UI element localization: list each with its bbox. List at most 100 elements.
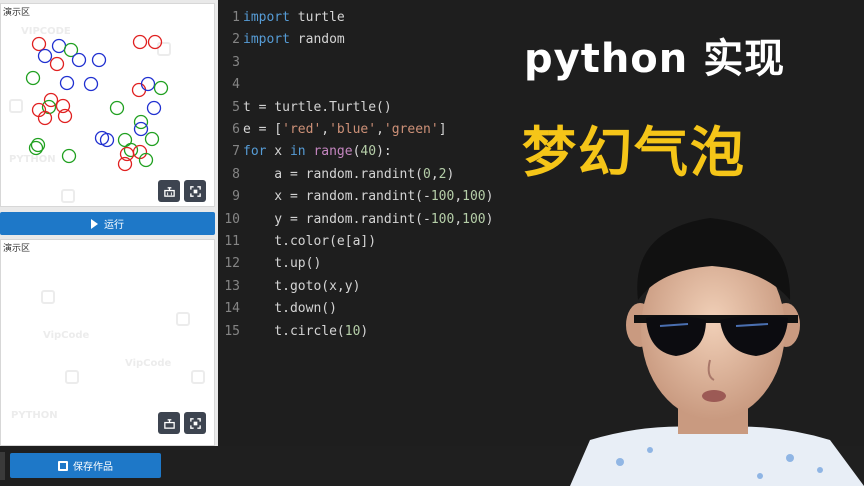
line-number: 10 [224,211,240,227]
green-bubble [30,137,46,153]
demo-area-top: 演示区 VIPCODE PYTHON [0,3,215,207]
turtle-canvas [25,34,169,172]
video-title-line1: python 实现 [524,36,786,82]
green-bubble [123,142,139,158]
code-line[interactable]: 13 t.goto(x,y) [220,276,360,298]
toolbar-handle[interactable] [0,452,5,480]
code-line[interactable]: 15 t.circle(10) [220,321,368,343]
red-bubble [117,156,133,172]
screen: { "panels": { "top_title": "演示区", "botto… [0,0,864,486]
clear-icon [163,186,175,197]
line-number: 5 [232,99,240,115]
line-number: 13 [224,278,240,294]
blue-bubble [146,100,162,116]
save-work-button[interactable]: 保存作品 [10,453,161,478]
line-number: 9 [232,189,240,205]
line-number: 6 [232,122,240,137]
code-text: t.goto(x,y) [243,278,361,294]
clear-button[interactable] [158,180,180,202]
code-text: t.down() [243,301,337,317]
code-line[interactable]: 9 x = random.randint(-100,100) [220,186,493,208]
fullscreen-button[interactable] [184,412,206,434]
mouth [702,390,726,402]
code-line[interactable]: 10 y = random.randint(-100,100) [220,209,493,231]
green-bubble [61,148,77,164]
watermark: VipCode [43,330,90,341]
blue-bubble [99,132,115,148]
red-bubble [49,56,65,72]
blue-bubble [59,75,75,91]
code-line[interactable]: 14 t.down() [220,298,337,320]
code-text: t = turtle.Turtle() [243,99,392,115]
clear-icon [163,418,175,429]
code-text: t.up() [243,256,322,272]
blue-bubble [140,76,156,92]
clear-button[interactable] [158,412,180,434]
green-bubble [109,100,125,116]
left-sidebar: 演示区 VIPCODE PYTHON 运行 演示区 VipCode VipCod… [0,0,218,448]
save-icon [58,460,68,471]
code-text: t.color(e[a]) [243,234,377,249]
video-title-line2: 梦幻气泡 [522,121,746,184]
green-bubble [25,70,41,86]
save-button-label: 保存作品 [73,462,113,473]
code-text: for x in range(40): [243,144,392,160]
code-line[interactable]: 5t = turtle.Turtle() [220,97,392,119]
blue-bubble [83,76,99,92]
code-line[interactable]: 7 for x in range(40): [220,141,392,163]
panel-title: 演示区 [1,4,33,19]
green-bubble [153,80,169,96]
blue-bubble [91,52,107,68]
fullscreen-icon [189,417,201,429]
red-bubble [131,82,147,98]
code-line[interactable]: 2 import random [220,29,345,51]
code-line[interactable]: 11 t.color(e[a]) [220,231,376,253]
code-text: import random [243,32,345,48]
shirt [570,426,864,486]
red-bubble [31,36,47,52]
code-line[interactable]: 3 [220,52,243,74]
line-number: 14 [224,301,240,317]
line-number: 7 [232,144,240,160]
fullscreen-icon [189,185,201,197]
code-text: a = random.randint(0,2) [243,166,455,182]
line-number: 15 [224,323,240,339]
watermark: VipCode [125,358,172,369]
watermark-icon [191,370,205,384]
red-bubble [132,34,148,50]
demo-area-bottom: 演示区 VipCode VipCode PYTHON [0,239,215,446]
webcam-person-overlay [570,218,864,486]
code-text: import turtle [243,10,345,25]
red-bubble [57,108,73,124]
red-bubble [147,34,163,50]
blue-bubble [51,38,67,54]
line-number: 4 [232,77,240,93]
line-number: 1 [232,10,240,25]
code-line[interactable]: 4 [220,74,243,96]
watermark-icon [176,312,190,326]
panel-title: 演示区 [1,240,33,255]
watermark: PYTHON [11,410,58,421]
line-number: 12 [224,256,240,272]
run-button[interactable]: 运行 [0,212,215,235]
green-bubble [117,132,133,148]
line-number: 11 [224,234,240,249]
watermark-icon [41,290,55,304]
run-button-label: 运行 [104,220,124,231]
fullscreen-button[interactable] [184,180,206,202]
code-line[interactable]: 8 a = random.randint(0,2) [220,164,454,186]
line-number: 8 [232,166,240,182]
green-bubble [144,131,160,147]
code-text: x = random.randint(-100,100) [243,189,494,205]
code-line[interactable]: 12 t.up() [220,253,321,275]
code-line[interactable]: 6e = ['red','blue','green'] [220,119,447,141]
blue-bubble [37,48,53,64]
watermark-icon [65,370,79,384]
code-line[interactable]: 1 import turtle [220,7,345,29]
code-text: y = random.randint(-100,100) [243,211,494,227]
blue-bubble [71,52,87,68]
code-text: t.circle(10) [243,323,369,339]
line-number: 2 [232,32,240,48]
code-text: e = ['red','blue','green'] [243,122,447,137]
line-number: 3 [232,54,240,70]
